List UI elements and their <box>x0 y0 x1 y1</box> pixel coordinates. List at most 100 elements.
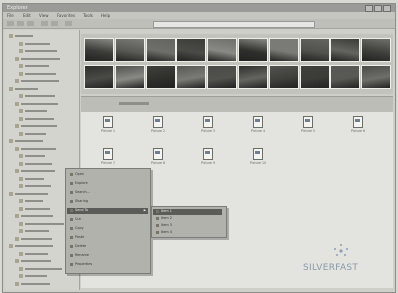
file-item[interactable]: Picture 1 <box>93 116 123 138</box>
close-button[interactable] <box>383 5 391 12</box>
menu-item-icon <box>70 190 73 194</box>
context-menu-item[interactable]: Delete <box>70 244 140 250</box>
file-item[interactable]: Picture 3 <box>193 116 223 138</box>
menu-help[interactable]: Help <box>101 13 110 18</box>
tree-item-label <box>25 230 49 232</box>
image-thumbnail[interactable] <box>84 65 114 89</box>
menu-file[interactable]: File <box>7 13 14 18</box>
address-bar[interactable] <box>153 21 315 28</box>
context-menu-item[interactable]: Rename <box>70 253 140 259</box>
file-item[interactable]: Picture 5 <box>293 116 323 138</box>
menu-tools[interactable]: Tools <box>83 13 93 18</box>
menu-favorites[interactable]: Favorites <box>57 13 75 18</box>
maximize-button[interactable] <box>374 5 382 12</box>
file-item[interactable]: Picture 7 <box>93 148 123 170</box>
image-thumbnail[interactable] <box>114 38 145 62</box>
image-thumbnail[interactable] <box>361 65 392 89</box>
submenu-arrow-icon: ▶ <box>143 208 146 212</box>
context-menu-item[interactable]: Sharing <box>70 199 140 205</box>
file-name: Picture 6 <box>350 129 365 133</box>
folder-icon <box>15 236 19 241</box>
logo-mark-icon <box>333 243 349 257</box>
folder-icon <box>9 86 13 91</box>
context-menu-item[interactable]: Send To ▶ <box>67 208 148 214</box>
context-menu-item[interactable]: Open <box>70 172 140 178</box>
context-menu-item[interactable]: Explore <box>70 181 140 187</box>
tree-item-label <box>25 252 48 255</box>
tree-item-label <box>21 80 59 82</box>
image-thumbnail[interactable] <box>207 65 238 89</box>
file-item[interactable]: Picture 10 <box>243 148 273 170</box>
context-menu-item[interactable]: Properties <box>70 262 140 268</box>
submenu-item[interactable]: Item 2 <box>156 216 222 222</box>
folder-icon <box>9 244 13 248</box>
file-name: Picture 9 <box>200 161 215 165</box>
submenu-item[interactable]: Item 3 <box>156 223 222 229</box>
tree-item-label <box>25 117 54 120</box>
context-menu: Open Explore Search... Sharing Send To ▶ Cut Co… <box>65 168 151 274</box>
image-thumbnail[interactable] <box>330 38 361 62</box>
image-thumbnail[interactable] <box>238 38 268 62</box>
menu-item-label: Item 4 <box>161 230 172 234</box>
image-thumbnail[interactable] <box>268 38 299 62</box>
file-item[interactable]: Picture 8 <box>143 148 173 170</box>
tree-item-label <box>25 110 47 112</box>
image-thumbnail[interactable] <box>268 65 299 89</box>
image-thumbnail[interactable] <box>207 38 238 62</box>
file-name: Picture 8 <box>150 161 165 165</box>
image-thumbnail[interactable] <box>145 38 176 62</box>
tree-item-label <box>21 282 50 285</box>
image-file-icon <box>203 116 213 128</box>
folders-icon[interactable] <box>51 21 58 26</box>
image-thumbnail[interactable] <box>114 65 145 89</box>
tree-item-label <box>25 185 51 187</box>
image-thumbnail[interactable] <box>238 65 268 89</box>
file-item[interactable]: Picture 6 <box>343 116 373 138</box>
image-thumbnail[interactable] <box>176 38 207 62</box>
menu-view[interactable]: View <box>39 13 49 18</box>
file-item[interactable]: Picture 4 <box>243 116 273 138</box>
image-thumbnail[interactable] <box>299 65 330 89</box>
folder-icon <box>19 71 23 76</box>
back-icon[interactable] <box>7 21 14 26</box>
context-menu-item[interactable]: Paste <box>70 235 140 241</box>
tree-item-label <box>21 215 53 217</box>
menu-item-icon <box>156 230 159 234</box>
menu-item-icon <box>156 209 159 213</box>
section-divider <box>81 96 393 113</box>
context-menu-item[interactable]: Copy <box>70 226 140 232</box>
image-thumbnail[interactable] <box>330 65 361 89</box>
folder-icon <box>9 139 13 143</box>
menu-edit[interactable]: Edit <box>23 13 31 18</box>
image-thumbnail[interactable] <box>145 65 176 89</box>
image-thumbnail[interactable] <box>84 38 114 62</box>
image-file-icon <box>153 116 163 128</box>
menu-item-label: Properties <box>75 262 93 266</box>
submenu-item[interactable]: Item 4 <box>156 230 222 236</box>
folder-icon <box>15 56 19 61</box>
file-name: Picture 2 <box>150 129 165 133</box>
submenu-item[interactable]: Item 1 <box>153 209 222 215</box>
folder-icon <box>15 146 19 151</box>
folder-icon <box>19 109 23 113</box>
menu-item-icon <box>156 216 159 220</box>
image-thumbnail[interactable] <box>299 38 330 62</box>
folder-icon <box>19 251 23 256</box>
tree-item-label <box>15 35 33 37</box>
tree-item-label <box>25 95 55 97</box>
image-file-icon <box>253 116 263 128</box>
up-folder-icon[interactable] <box>27 21 34 26</box>
file-item[interactable]: Picture 2 <box>143 116 173 138</box>
file-name: Picture 5 <box>300 129 315 133</box>
image-file-icon <box>203 148 213 160</box>
context-menu-item[interactable]: Cut <box>70 217 140 223</box>
search-icon[interactable] <box>41 21 48 26</box>
forward-icon[interactable] <box>17 21 24 26</box>
context-menu-item[interactable]: Search... <box>70 190 140 196</box>
image-thumbnail[interactable] <box>361 38 392 62</box>
file-item[interactable]: Picture 9 <box>193 148 223 170</box>
views-icon[interactable] <box>65 21 72 26</box>
image-thumbnail[interactable] <box>176 65 207 89</box>
menu-item-icon <box>70 208 73 212</box>
minimize-button[interactable] <box>365 5 373 12</box>
